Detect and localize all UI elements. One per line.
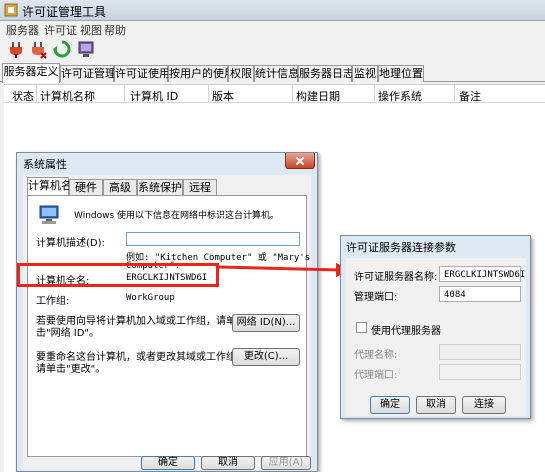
highlight-box xyxy=(17,263,219,287)
change-text-2: 请单击"更改"。 xyxy=(36,364,106,375)
tab-license-usage[interactable]: 许可证使用 xyxy=(114,65,170,82)
tab-geolocation[interactable]: 地理位置 xyxy=(378,65,424,82)
column-divider[interactable] xyxy=(454,85,455,103)
menu-license[interactable]: 许可证 xyxy=(44,22,77,38)
tab-permissions[interactable]: 权限 xyxy=(228,65,254,82)
workgroup-value: WorkGroup xyxy=(126,293,175,303)
admin-port-input[interactable]: 4084 xyxy=(439,286,521,302)
col-status[interactable]: 状态 xyxy=(12,88,34,104)
window-title: 许可证管理工具 xyxy=(22,5,107,19)
app-icon xyxy=(4,3,18,17)
dialog-title: 系统属性 xyxy=(23,158,67,171)
menu-help[interactable]: 帮助 xyxy=(104,22,126,38)
menu-server[interactable]: 服务器 xyxy=(6,22,39,38)
column-divider[interactable] xyxy=(292,85,293,103)
col-notes[interactable]: 备注 xyxy=(459,88,481,104)
dialog-body: 许可证服务器名称: ERGCLKIJNTSWD6I 管理端口: 4084 使用代… xyxy=(346,258,526,416)
plug-icon[interactable] xyxy=(6,39,26,59)
plug-red-icon[interactable] xyxy=(28,39,48,59)
column-divider[interactable] xyxy=(208,85,209,103)
cancel-button[interactable]: 取消 xyxy=(201,456,255,470)
server-name-label: 许可证服务器名称: xyxy=(354,272,438,283)
refresh-icon[interactable] xyxy=(52,39,72,59)
menu-view[interactable]: 视图 xyxy=(80,22,102,38)
proxy-name-input[interactable] xyxy=(439,344,521,360)
close-icon[interactable] xyxy=(285,153,315,169)
description-label: 计算机描述(D): xyxy=(36,238,105,249)
proxy-name-label: 代理名称: xyxy=(354,350,398,361)
proxy-port-label: 代理端口: xyxy=(354,370,398,381)
dialog-title: 许可证服务器连接参数 xyxy=(346,241,456,254)
tab-server-log[interactable]: 服务器日志 xyxy=(298,65,354,82)
tab-remote[interactable]: 远程 xyxy=(183,179,217,195)
change-button[interactable]: 更改(C)... xyxy=(232,348,300,366)
ok-button[interactable]: 确定 xyxy=(370,396,410,414)
menu-bar: 服务器 许可证 视图 帮助 xyxy=(0,21,545,37)
ok-button[interactable]: 确定 xyxy=(141,456,195,470)
intro-text: Windows 使用以下信息在网络中标识这台计算机。 xyxy=(74,211,280,221)
computer-icon xyxy=(39,205,59,224)
proxy-checkbox[interactable] xyxy=(356,322,367,333)
proxy-port-input[interactable] xyxy=(439,364,521,380)
column-divider[interactable] xyxy=(36,85,37,103)
column-divider[interactable] xyxy=(124,85,125,103)
col-build-date[interactable]: 构建日期 xyxy=(296,88,340,104)
main-tabs: 服务器定义 许可证管理 许可证使用 按用户的使用 权限 统计信息 服务器日志 监… xyxy=(0,63,545,83)
server-name-input[interactable]: ERGCLKIJNTSWD6I xyxy=(439,266,525,282)
tab-server-definition[interactable]: 服务器定义 xyxy=(2,63,60,83)
tab-monitor[interactable]: 监视 xyxy=(352,65,378,82)
license-server-dialog: 许可证服务器连接参数 许可证服务器名称: ERGCLKIJNTSWD6I 管理端… xyxy=(340,235,531,419)
tab-system-protection[interactable]: 系统保护 xyxy=(137,179,183,195)
col-computer-name[interactable]: 计算机名称 xyxy=(40,88,95,104)
table-header: 状态 计算机名称 计算机 ID 版本 构建日期 操作系统 备注 xyxy=(4,85,545,103)
tab-usage-by-user[interactable]: 按用户的使用 xyxy=(168,65,235,82)
proxy-checkbox-label: 使用代理服务器 xyxy=(371,326,441,337)
col-version[interactable]: 版本 xyxy=(212,88,234,104)
tab-license-management[interactable]: 许可证管理 xyxy=(60,65,116,82)
computer-name-page: Windows 使用以下信息在网络中标识这台计算机。 计算机描述(D): 例如:… xyxy=(27,195,310,457)
system-properties-dialog: 系统属性 计算机名 硬件 高级 系统保护 远程 Windows 使用以下信息在网… xyxy=(16,152,318,472)
tab-advanced[interactable]: 高级 xyxy=(103,179,137,195)
title-bar: 许可证管理工具 xyxy=(0,0,545,21)
admin-port-value: 4084 xyxy=(444,290,466,300)
toolbar xyxy=(0,37,545,61)
col-computer-id[interactable]: 计算机 ID xyxy=(130,88,178,104)
tab-computer-name[interactable]: 计算机名 xyxy=(27,177,72,196)
connect-button[interactable]: 连接 xyxy=(462,396,506,414)
monitor-icon[interactable] xyxy=(76,39,96,59)
column-divider[interactable] xyxy=(374,85,375,103)
apply-button[interactable]: 应用(A) xyxy=(261,456,311,470)
tab-hardware[interactable]: 硬件 xyxy=(69,179,103,195)
workgroup-label: 工作组: xyxy=(36,296,70,307)
description-input[interactable] xyxy=(126,232,300,246)
tab-statistics[interactable]: 统计信息 xyxy=(254,65,299,82)
dialog-body: 计算机名 硬件 高级 系统保护 远程 Windows 使用以下信息在网络中标识这… xyxy=(23,175,311,470)
network-id-button[interactable]: 网络 ID(N)... xyxy=(232,314,300,332)
admin-port-label: 管理端口: xyxy=(354,292,398,303)
col-os[interactable]: 操作系统 xyxy=(378,88,422,104)
server-name-value: ERGCLKIJNTSWD6I xyxy=(444,270,526,280)
cancel-button[interactable]: 取消 xyxy=(416,396,456,414)
network-id-text-2: 击"网络 ID"。 xyxy=(36,328,100,339)
